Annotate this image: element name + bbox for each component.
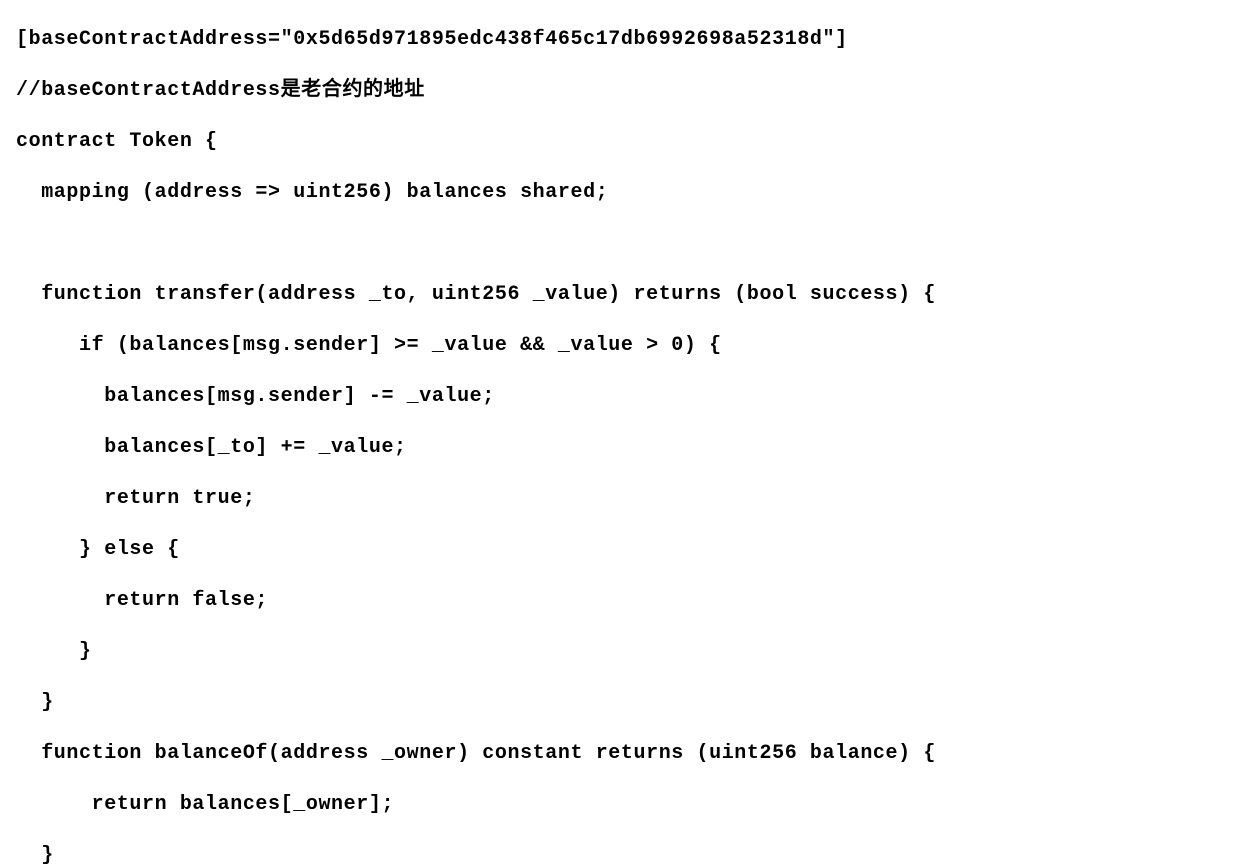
code-block: [baseContractAddress="0x5d65d971895edc43… — [0, 0, 1240, 867]
